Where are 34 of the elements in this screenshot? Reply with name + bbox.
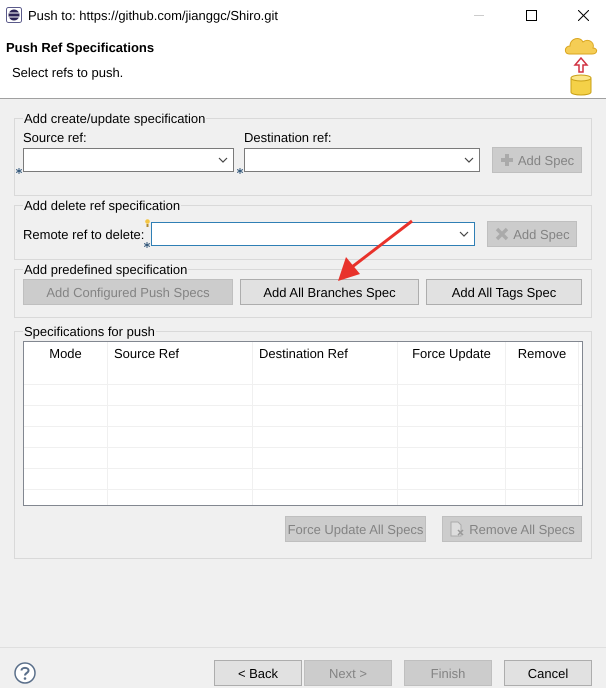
column-header[interactable]: Destination Ref — [253, 342, 398, 364]
group-title: Add delete ref specification — [23, 198, 182, 213]
column-header[interactable]: Force Update — [398, 342, 506, 364]
group-title: Add create/update specification — [23, 111, 206, 126]
maximize-icon — [526, 10, 536, 20]
help-icon[interactable] — [14, 662, 36, 684]
field-label: Remote ref to delete: — [23, 226, 144, 242]
group-title: Add predefined specification — [23, 262, 188, 277]
field-label: Source ref: — [23, 130, 88, 145]
document-remove-icon — [449, 521, 466, 537]
column-header[interactable]: Source Ref — [108, 342, 253, 364]
chevron-icon — [459, 231, 470, 237]
window-title: Push to: https://github.com/jianggc/Shiro.git — [28, 8, 280, 22]
push-button[interactable]: Add All Branches Spec — [240, 279, 419, 305]
chevron-icon — [218, 157, 228, 163]
lightbulb-icon — [145, 219, 150, 228]
page-title: Push Ref Specifications — [6, 40, 154, 55]
column-header[interactable]: Mode — [24, 342, 108, 364]
delete-icon — [495, 227, 510, 241]
plus-icon — [500, 153, 514, 167]
combo-box[interactable] — [244, 148, 480, 172]
column-header[interactable]: Remove — [506, 342, 579, 364]
push-button[interactable]: < Back — [214, 660, 302, 686]
minimize-icon — [474, 14, 484, 16]
page-description: Select refs to push. — [12, 65, 124, 80]
app-icon — [6, 7, 22, 23]
combo-box[interactable] — [23, 148, 234, 172]
push-button[interactable]: Add All Tags Spec — [426, 279, 582, 305]
chevron-icon — [464, 157, 474, 163]
push-button[interactable]: Cancel — [504, 660, 592, 686]
group-title: Specifications for push — [23, 324, 156, 339]
combo-box[interactable] — [151, 222, 476, 246]
field-label: Destination ref: — [244, 130, 332, 145]
close-icon — [578, 10, 588, 20]
